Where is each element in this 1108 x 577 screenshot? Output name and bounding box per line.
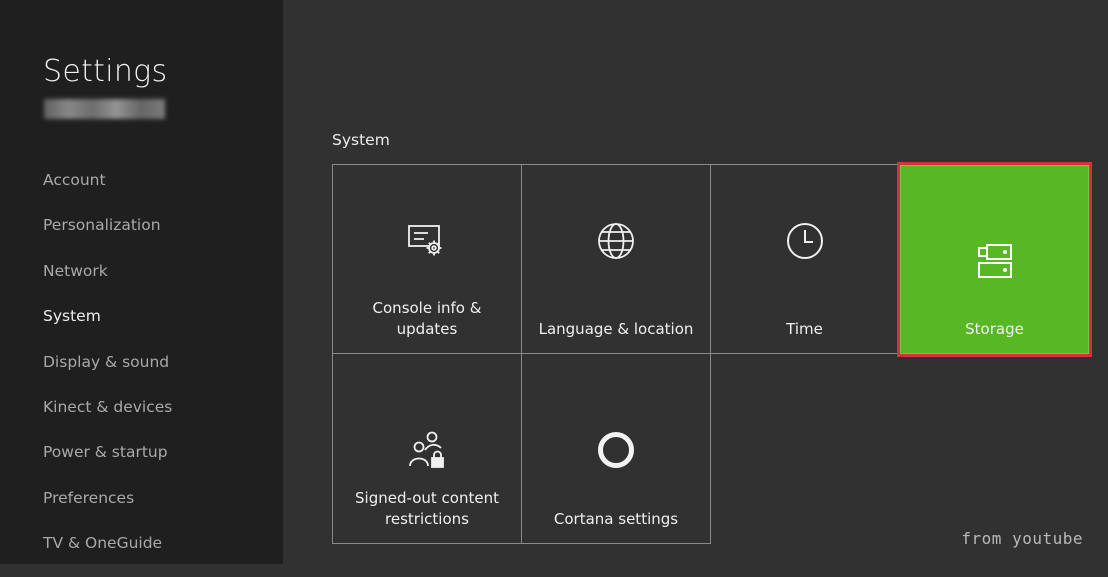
sidebar: Settings Account Personalization Network… — [0, 0, 283, 564]
sidebar-item-power-startup[interactable]: Power & startup — [43, 440, 172, 485]
tile-label: Storage — [965, 320, 1024, 338]
section-label: System — [332, 131, 390, 149]
tile-label: Console info & updates — [372, 299, 482, 338]
sidebar-nav: Account Personalization Network System D… — [43, 168, 172, 577]
gamertag-blurred — [44, 99, 165, 119]
sidebar-item-preferences[interactable]: Preferences — [43, 486, 172, 531]
clock-icon — [786, 222, 824, 264]
tile-label: Cortana settings — [553, 510, 679, 528]
tile-label: Time — [786, 320, 823, 338]
tile-label: Signed-out content restrictions — [355, 489, 499, 528]
people-lock-icon — [408, 431, 446, 473]
page-title: Settings — [43, 54, 168, 89]
sidebar-item-system[interactable]: System — [43, 304, 172, 349]
sidebar-item-network[interactable]: Network — [43, 259, 172, 304]
tile-signed-out-restrictions[interactable]: Signed-out content restrictions — [332, 353, 522, 544]
storage-icon — [976, 243, 1014, 285]
sidebar-item-personalization[interactable]: Personalization — [43, 213, 172, 258]
watermark: from youtube — [961, 529, 1083, 548]
tile-storage[interactable]: Storage — [897, 162, 1092, 357]
sidebar-item-display-sound[interactable]: Display & sound — [43, 350, 172, 395]
sidebar-item-tv-oneguide[interactable]: TV & OneGuide — [43, 531, 172, 576]
tile-language-location[interactable]: Language & location — [521, 164, 711, 354]
tile-cortana-settings[interactable]: Cortana settings — [521, 353, 711, 544]
console-info-icon — [407, 224, 447, 262]
tile-time[interactable]: Time — [710, 164, 899, 354]
tile-label: Language & location — [538, 320, 694, 338]
tile-console-info[interactable]: Console info & updates — [332, 164, 522, 354]
cortana-ring-icon — [596, 430, 636, 474]
sidebar-item-kinect-devices[interactable]: Kinect & devices — [43, 395, 172, 440]
sidebar-item-account[interactable]: Account — [43, 168, 172, 213]
globe-icon — [597, 222, 635, 264]
